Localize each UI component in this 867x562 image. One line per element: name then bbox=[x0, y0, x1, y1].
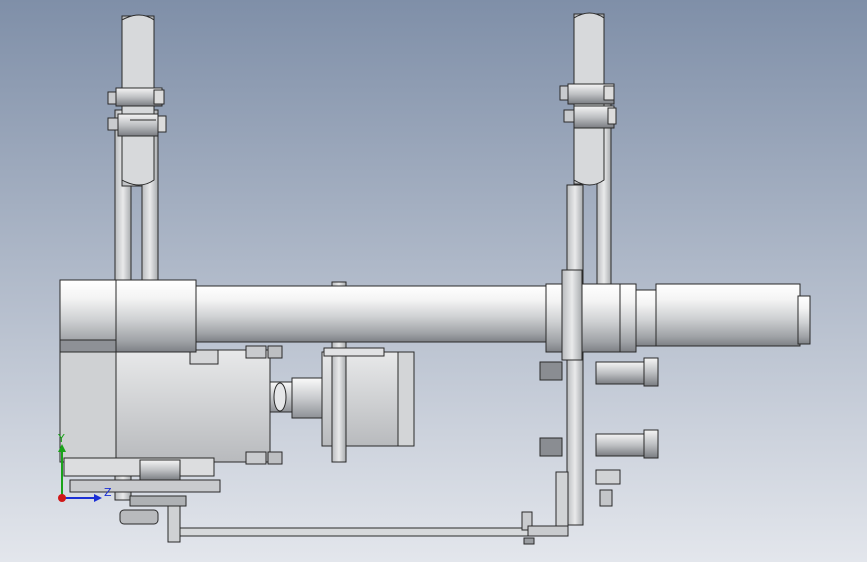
cad-model-view[interactable]: Y Z bbox=[0, 0, 867, 562]
shaft-coupling[interactable] bbox=[269, 377, 323, 419]
motor-housing[interactable] bbox=[59, 345, 283, 465]
origin-dot bbox=[58, 494, 66, 502]
graphics-viewport[interactable]: Y Z bbox=[0, 0, 867, 562]
z-axis-label: Z bbox=[104, 486, 112, 499]
y-axis-label: Y bbox=[57, 432, 65, 445]
